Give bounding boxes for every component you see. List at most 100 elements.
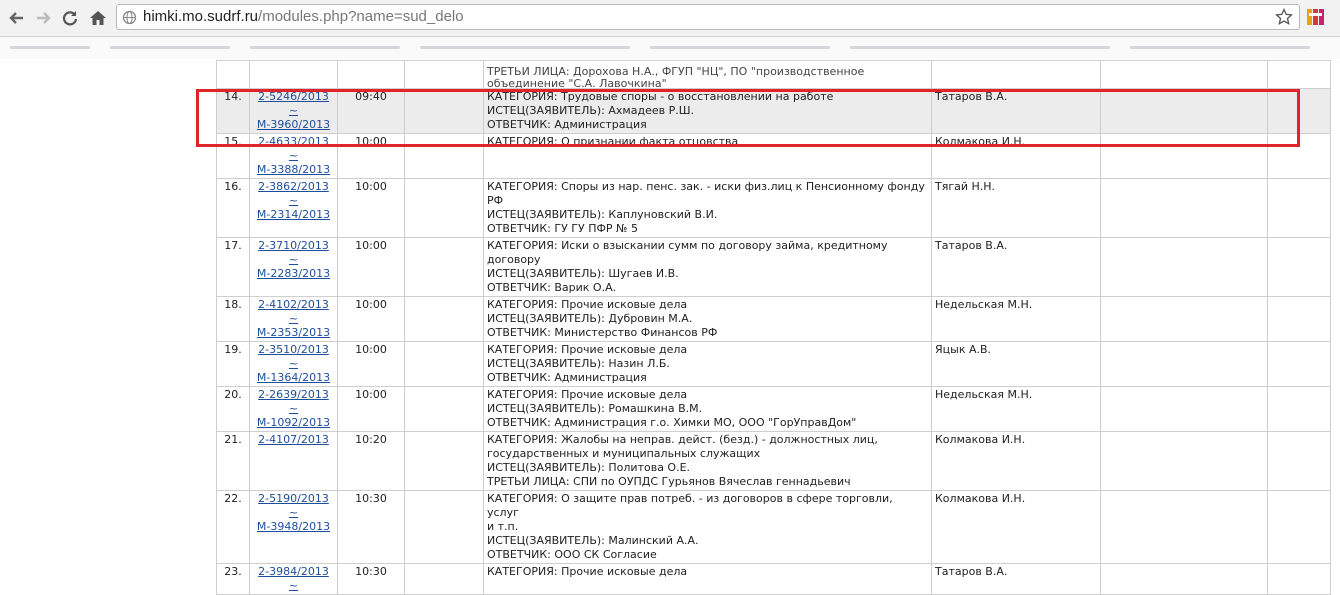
info-line: ОТВЕТЧИК: ООО СК Согласие	[487, 548, 657, 561]
row-number: 19.	[216, 341, 250, 387]
empty-cell	[1267, 341, 1331, 387]
case-link[interactable]: 2-4633/2013 ~ М-3388/2013	[257, 135, 330, 176]
info-line: ИСТЕЦ(ЗАЯВИТЕЛЬ): Каплуновский В.И.	[487, 208, 718, 221]
judge-cell: Колмакова И.Н.	[931, 490, 1101, 564]
hearing-time-text: 09:40	[355, 90, 387, 103]
empty-cell	[1100, 341, 1268, 387]
empty-cell	[404, 490, 484, 564]
forward-icon[interactable]	[30, 5, 56, 31]
row-number-text: 15.	[224, 135, 242, 148]
case-link[interactable]: 2-3984/2013 ~	[258, 565, 329, 592]
reload-icon[interactable]	[57, 5, 83, 31]
info-line: ОТВЕТЧИК: Министерство Финансов РФ	[487, 326, 718, 339]
empty-cell	[1267, 133, 1331, 179]
hearing-time: 10:00	[337, 296, 405, 342]
table-row: 19. 2-3510/2013 ~ М-1364/2013 10:00 КАТЕГОРИ…	[216, 341, 1331, 387]
empty-cell	[404, 341, 484, 387]
table-row-partial: ТРЕТЬИ ЛИЦА: Дорохова Н.А., ФГУП "НЦ", П…	[216, 60, 1331, 89]
judge-cell: Яцык А.В.	[931, 341, 1101, 387]
info-line: ИСТЕЦ(ЗАЯВИТЕЛЬ): Ахмадеев Р.Ш.	[487, 104, 694, 117]
judge-cell: Колмакова И.Н.	[931, 431, 1101, 491]
info-line: ИСТЕЦ(ЗАЯВИТЕЛЬ): Ромашкина В.М.	[487, 402, 703, 415]
empty-cell	[1267, 490, 1331, 564]
row-number-text: 21.	[224, 433, 242, 446]
bookmark-item[interactable]	[250, 46, 400, 49]
hearing-time-text: 10:20	[355, 433, 387, 446]
info-line: ИСТЕЦ(ЗАЯВИТЕЛЬ): Шугаев И.В.	[487, 267, 679, 280]
info-cell: КАТЕГОРИЯ: Споры из нар. пенс. зак. - ис…	[483, 178, 932, 238]
case-link[interactable]: 2-3510/2013 ~ М-1364/2013	[257, 343, 330, 384]
judge-name: Недельская М.Н.	[935, 388, 1033, 401]
hearing-time: 10:00	[337, 386, 405, 432]
info-line: ОТВЕТЧИК: Администрация	[487, 371, 647, 384]
info-line: КАТЕГОРИЯ: Прочие исковые дела	[487, 343, 688, 356]
case-number-cell: 2-4102/2013 ~ М-2353/2013	[249, 296, 338, 342]
hearing-time-text: 10:30	[355, 565, 387, 578]
empty-cell	[1100, 386, 1268, 432]
case-number-cell: 2-4107/2013	[249, 431, 338, 491]
info-line: КАТЕГОРИЯ: Жалобы на неправ. дейст. (без…	[487, 433, 878, 446]
judge-name: Колмакова И.Н.	[935, 433, 1026, 446]
case-link[interactable]: 2-3710/2013 ~ М-2283/2013	[257, 239, 330, 280]
hearing-time-text: 10:00	[355, 239, 387, 252]
hearing-time: 10:00	[337, 341, 405, 387]
info-line: ОТВЕТЧИК: Варик О.А.	[487, 281, 617, 294]
case-number-cell: 2-4633/2013 ~ М-3388/2013	[249, 133, 338, 179]
row-number-text: 20.	[224, 388, 242, 401]
bookmark-item[interactable]	[850, 46, 1110, 49]
case-link[interactable]: 2-4102/2013 ~ М-2353/2013	[257, 298, 330, 339]
bookmark-item[interactable]	[420, 46, 630, 49]
table-row: 14. 2-5246/2013 ~ М-3960/2013 09:40 КАТЕГОРИ…	[216, 88, 1331, 134]
bookmark-item[interactable]	[10, 46, 90, 49]
back-icon[interactable]	[4, 5, 30, 31]
home-icon[interactable]	[85, 5, 111, 31]
info-cell: КАТЕГОРИЯ: Прочие исковые дела ИСТЕЦ(ЗАЯВ…	[483, 296, 932, 342]
info-line: КАТЕГОРИЯ: Иски о взыскании сумм по дого…	[487, 239, 888, 252]
info-line: КАТЕГОРИЯ: Прочие исковые дела	[487, 388, 688, 401]
info-line: ИСТЕЦ(ЗАЯВИТЕЛЬ): Дубровин М.А.	[487, 312, 693, 325]
empty-cell	[1267, 386, 1331, 432]
info-line: и т.п.	[487, 520, 519, 533]
case-link[interactable]: 2-2639/2013 ~ М-1092/2013	[257, 388, 330, 429]
bookmark-item[interactable]	[650, 46, 830, 49]
hearing-time: 10:00	[337, 237, 405, 297]
info-line: ОТВЕТЧИК: Администрация г.о. Химки МО, О…	[487, 416, 857, 429]
judge-name: Тягай Н.Н.	[935, 180, 996, 193]
case-link[interactable]: 2-3862/2013 ~ М-2314/2013	[257, 180, 330, 221]
empty-cell	[1100, 431, 1268, 491]
extension-icon[interactable]	[1306, 7, 1326, 31]
judge-cell: Тягай Н.Н.	[931, 178, 1101, 238]
judge-name: Колмакова И.Н.	[935, 135, 1026, 148]
case-number: 2-3862/2013 ~	[258, 180, 329, 207]
judge-cell: Татаров В.А.	[931, 88, 1101, 134]
row-number-text: 22.	[224, 492, 242, 505]
empty-cell	[1267, 431, 1331, 491]
row-number-text: 23.	[224, 565, 242, 578]
case-link[interactable]: 2-5190/2013 ~ М-3948/2013	[257, 492, 330, 533]
info-line: КАТЕГОРИЯ: Споры из нар. пенс. зак. - ис…	[487, 180, 925, 193]
bookmark-item[interactable]	[1130, 46, 1310, 49]
bookmark-star-icon[interactable]	[1274, 7, 1294, 30]
info-line: КАТЕГОРИЯ: Трудовые споры - о восстановл…	[487, 90, 834, 103]
empty-cell	[1267, 296, 1331, 342]
info-cell: ТРЕТЬИ ЛИЦА: Дорохова Н.А., ФГУП "НЦ", П…	[483, 60, 932, 89]
case-link[interactable]: 2-5246/2013 ~ М-3960/2013	[257, 90, 330, 131]
info-cell: КАТЕГОРИЯ: Прочие исковые дела ИСТЕЦ(ЗАЯВ…	[483, 386, 932, 432]
info-cell: КАТЕГОРИЯ: Жалобы на неправ. дейст. (без…	[483, 431, 932, 491]
info-line: ОТВЕТЧИК: ГУ ГУ ПФР № 5	[487, 222, 638, 235]
bookmark-item[interactable]	[110, 46, 230, 49]
row-number-text: 18.	[224, 298, 242, 311]
judge-name: Татаров В.А.	[935, 90, 1008, 103]
material-number: М-1092/2013	[256, 416, 331, 429]
row-number: 22.	[216, 490, 250, 564]
judge-cell: Татаров В.А.	[931, 237, 1101, 297]
row-number: 20.	[216, 386, 250, 432]
empty-cell	[404, 88, 484, 134]
case-link[interactable]: 2-4107/2013	[258, 433, 329, 446]
case-number-cell: 2-5246/2013 ~ М-3960/2013	[249, 88, 338, 134]
row-number: 16.	[216, 178, 250, 238]
address-bar[interactable]: himki.mo.sudrf.ru/modules.php?name=sud_d…	[116, 4, 1300, 30]
judge-name: Яцык А.В.	[935, 343, 992, 356]
row-number: 14.	[216, 88, 250, 134]
case-number: 2-4633/2013 ~	[258, 135, 329, 162]
